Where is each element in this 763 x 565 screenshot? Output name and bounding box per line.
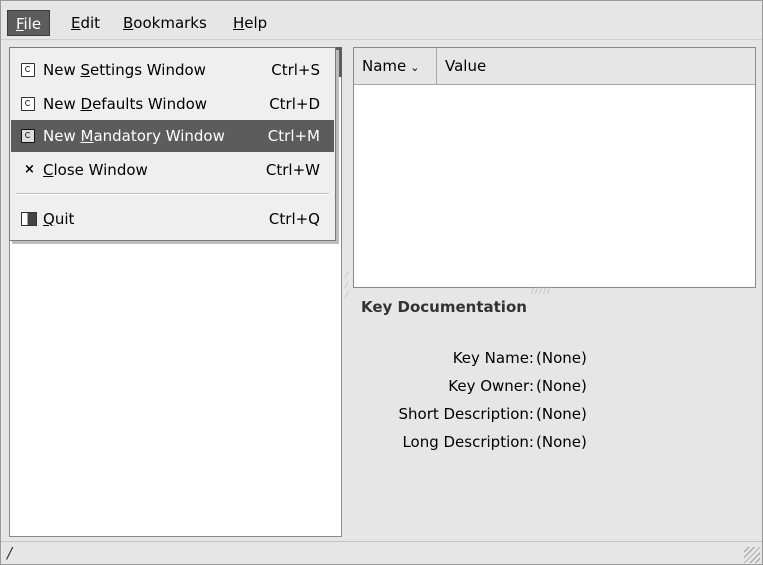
shortcut-label: Ctrl+Q xyxy=(268,210,320,228)
shortcut-label: Ctrl+S xyxy=(271,61,320,79)
chevron-down-icon: ⌄ xyxy=(410,61,420,74)
new-window-icon xyxy=(21,129,35,143)
pane-grip-horizontal[interactable]: ///// xyxy=(531,286,551,296)
doc-label: Long Description: xyxy=(402,433,534,451)
menu-item-new-mandatory-window[interactable]: New Mandatory Window Ctrl+M xyxy=(11,120,334,152)
close-icon: × xyxy=(24,162,35,177)
quit-icon xyxy=(21,212,37,226)
column-header-name[interactable]: Name ⌄ xyxy=(354,48,437,84)
doc-value: (None) xyxy=(536,433,587,451)
resize-grip-icon[interactable] xyxy=(744,547,760,563)
menu-bookmarks[interactable]: Bookmarks xyxy=(115,10,215,36)
key-documentation-title: Key Documentation xyxy=(361,298,527,316)
shortcut-label: Ctrl+D xyxy=(269,95,320,113)
file-menu-dropdown: New Settings Window Ctrl+S New Defaults … xyxy=(9,47,336,241)
menu-separator xyxy=(16,193,329,195)
doc-row-key-owner: Key Owner: (None) xyxy=(353,372,756,400)
doc-row-short-description: Short Description: (None) xyxy=(353,400,756,428)
doc-value: (None) xyxy=(536,405,587,423)
menu-help[interactable]: Help xyxy=(225,10,275,36)
menu-edit[interactable]: Edit xyxy=(63,10,108,36)
doc-row-key-name: Key Name: (None) xyxy=(353,344,756,372)
menu-item-new-settings-window[interactable]: New Settings Window Ctrl+S xyxy=(11,54,334,86)
gconf-editor-window: File Edit Bookmarks Help Name ⌄ Value ⁄ ⁄ ⁄… xyxy=(0,0,763,565)
new-window-icon xyxy=(21,63,35,77)
doc-row-long-description: Long Description: (None) xyxy=(353,428,756,456)
column-header-value[interactable]: Value xyxy=(437,48,755,84)
value-list[interactable]: Name ⌄ Value xyxy=(353,47,756,288)
shortcut-label: Ctrl+W xyxy=(265,161,320,179)
doc-label: Key Owner: xyxy=(448,377,534,395)
list-header: Name ⌄ Value xyxy=(354,48,755,85)
doc-value: (None) xyxy=(536,377,587,395)
doc-label: Short Description: xyxy=(398,405,534,423)
menu-item-quit[interactable]: Quit Ctrl+Q xyxy=(11,203,334,235)
menu-file[interactable]: File xyxy=(7,10,51,36)
doc-label: Key Name: xyxy=(452,349,534,367)
menubar: File Edit Bookmarks Help xyxy=(1,1,762,40)
doc-value: (None) xyxy=(536,349,587,367)
tree-scroll-indicator xyxy=(335,47,342,77)
new-window-icon xyxy=(21,97,35,111)
pane-grip-vertical[interactable]: ⁄ ⁄ ⁄ xyxy=(346,271,349,301)
status-path: / xyxy=(7,544,13,562)
shortcut-label: Ctrl+M xyxy=(267,127,320,145)
menu-item-new-defaults-window[interactable]: New Defaults Window Ctrl+D xyxy=(11,88,334,120)
statusbar: / xyxy=(1,541,762,564)
menu-item-close-window[interactable]: × Close Window Ctrl+W xyxy=(11,154,334,186)
